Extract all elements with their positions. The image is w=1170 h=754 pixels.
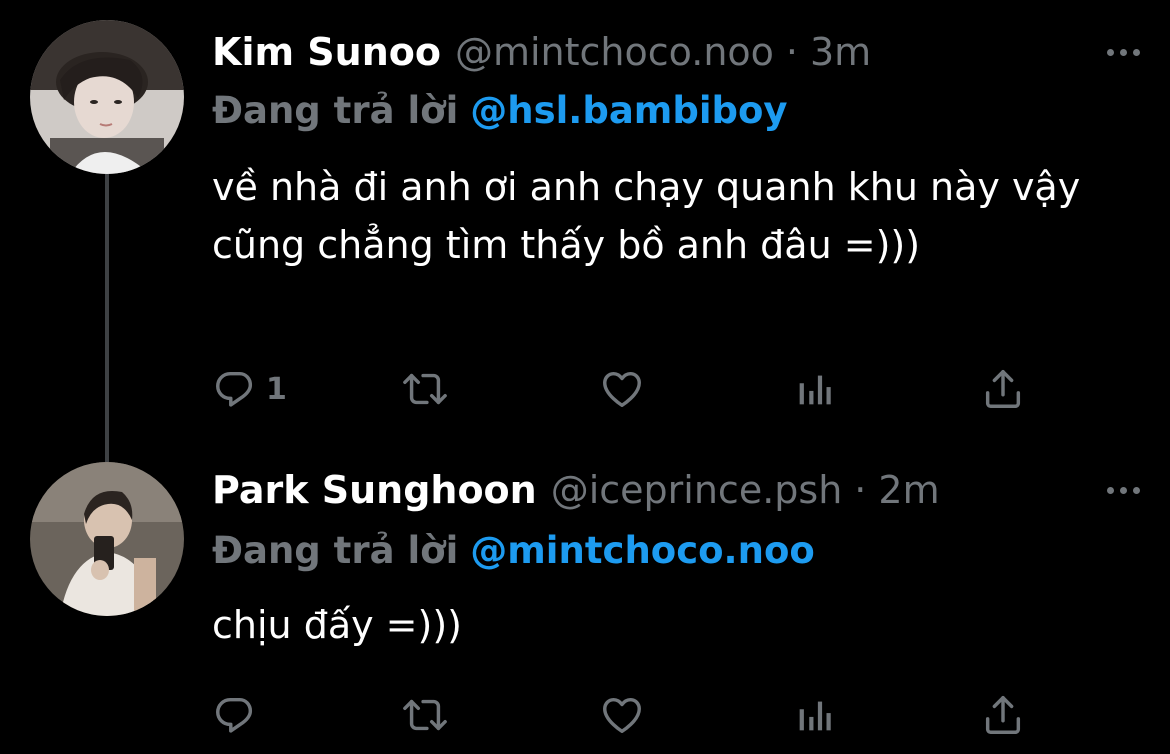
tweet-header: Park Sunghoon @iceprince.psh · 2m: [212, 460, 1140, 520]
analytics-button[interactable]: [792, 690, 838, 740]
author-handle[interactable]: @iceprince.psh: [551, 468, 843, 512]
retweet-button[interactable]: [400, 690, 450, 740]
reply-button[interactable]: 1: [212, 364, 287, 414]
tweet-header: Kim Sunoo @mintchoco.noo · 3m: [212, 22, 1140, 82]
replying-to-label: Đang trả lời: [212, 88, 459, 132]
author-name[interactable]: Park Sunghoon: [212, 468, 537, 512]
share-button[interactable]: [980, 364, 1026, 414]
heart-icon: [603, 371, 641, 408]
avatar-image: [30, 462, 184, 616]
reply-count: 1: [266, 371, 287, 407]
author-name[interactable]: Kim Sunoo: [212, 30, 441, 74]
reply-mention-link[interactable]: @mintchoco.noo: [470, 529, 815, 572]
replying-to-label: Đang trả lời: [212, 528, 459, 572]
avatar[interactable]: [30, 20, 184, 174]
separator-dot: ·: [785, 30, 798, 74]
retweet-icon: [403, 699, 447, 731]
tweet[interactable]: Park Sunghoon @iceprince.psh · 2m Đang t…: [0, 440, 1170, 754]
tweet-actions: 1: [212, 364, 1042, 414]
retweet-icon: [403, 373, 447, 405]
timestamp[interactable]: 2m: [878, 468, 939, 512]
avatar-image: [30, 20, 184, 174]
bar-chart-icon: [799, 701, 831, 731]
analytics-button[interactable]: [792, 364, 838, 414]
tweet-text: chịu đấy =))): [212, 603, 462, 647]
share-icon: [985, 696, 1021, 734]
reply-mention-link[interactable]: @hsl.bambiboy: [470, 89, 787, 132]
share-button[interactable]: [980, 690, 1026, 740]
timestamp[interactable]: 3m: [810, 30, 871, 74]
reply-icon: [216, 697, 253, 733]
bar-chart-icon: [799, 375, 831, 405]
reply-icon: [216, 371, 253, 407]
replying-to: Đang trả lời @hsl.bambiboy: [212, 82, 788, 138]
like-button[interactable]: [598, 364, 646, 414]
separator-dot: ·: [854, 468, 867, 512]
tweet[interactable]: Kim Sunoo @mintchoco.noo · 3m Đang trả l…: [0, 0, 1170, 440]
replying-to: Đang trả lời @mintchoco.noo: [212, 522, 815, 578]
tweet-text: về nhà đi anh ơi anh chạy quanh khu này …: [212, 165, 1081, 267]
more-options-icon[interactable]: [1101, 22, 1140, 82]
retweet-button[interactable]: [400, 364, 450, 414]
tweet-actions: [212, 690, 1042, 740]
more-options-icon[interactable]: [1101, 460, 1140, 520]
share-icon: [985, 370, 1021, 408]
author-handle[interactable]: @mintchoco.noo: [455, 30, 774, 74]
like-button[interactable]: [598, 690, 646, 740]
reply-button[interactable]: [212, 690, 266, 740]
heart-icon: [603, 697, 641, 734]
avatar[interactable]: [30, 462, 184, 616]
